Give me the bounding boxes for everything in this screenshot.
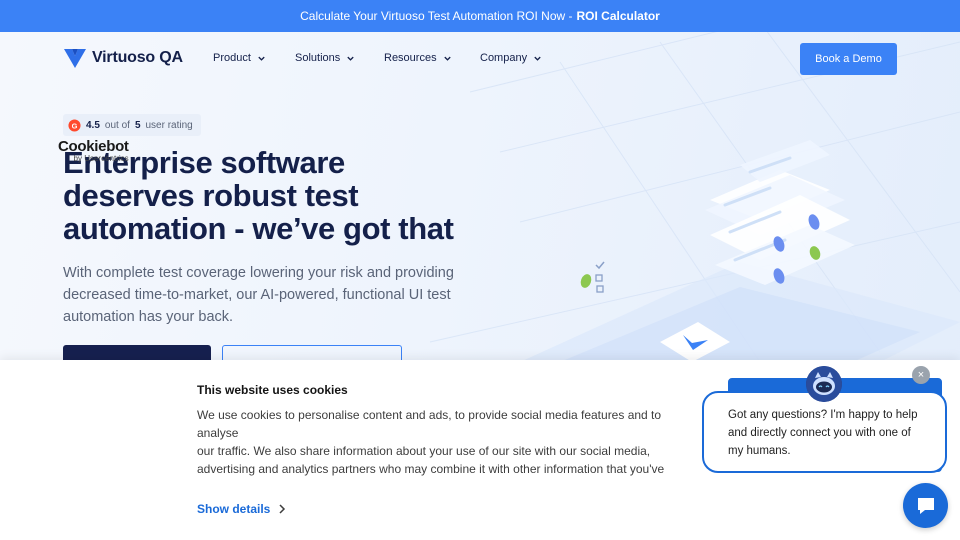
rating-label: user rating [145, 119, 193, 131]
robot-icon [806, 366, 842, 402]
virtuoso-logo[interactable]: Virtuoso QA [63, 46, 183, 70]
roi-calculator-link[interactable]: ROI Calculator [577, 9, 660, 23]
cookie-title: This website uses cookies [197, 383, 348, 397]
nav-company-label: Company [480, 52, 528, 64]
nav-solutions[interactable]: Solutions [295, 52, 355, 64]
cookie-text: We use cookies to personalise content an… [197, 408, 665, 482]
hero-illustration [580, 140, 855, 362]
chevron-down-icon [534, 56, 541, 61]
chevron-down-icon [258, 56, 265, 61]
cookiebot-brand: Cookiebot [58, 138, 129, 155]
nav-company[interactable]: Company [480, 52, 542, 64]
chat-launcher-button[interactable] [903, 483, 948, 528]
svg-text:G: G [72, 121, 78, 130]
nav-resources[interactable]: Resources [384, 52, 452, 64]
book-demo-button[interactable]: Book a Demo [800, 43, 897, 75]
chevron-down-icon [443, 56, 451, 61]
show-details-label: Show details [197, 502, 271, 516]
logo-tile [660, 322, 730, 362]
logo-text: Virtuoso QA [92, 49, 183, 66]
chat-close-button[interactable]: × [912, 366, 930, 384]
promo-text: Calculate Your Virtuoso Test Automation … [300, 9, 573, 23]
chat-message-bubble[interactable]: Got any questions? I'm happy to help and… [702, 391, 947, 473]
nav-product[interactable]: Product [213, 52, 266, 64]
chevron-right-icon [279, 504, 286, 514]
cookiebot-sub: by Usercentrics [73, 154, 129, 163]
cookiebot-logo: Cookiebot by Usercentrics [58, 138, 129, 163]
nav-solutions-label: Solutions [295, 52, 341, 64]
nav-product-label: Product [213, 52, 251, 64]
chatbot-avatar [806, 366, 842, 402]
rating-max: 5 [134, 119, 141, 131]
nav-resources-label: Resources [384, 52, 437, 64]
rating-score: 4.5 [86, 119, 100, 131]
check-icons [580, 261, 605, 293]
hero-subtext: With complete test coverage lowering you… [63, 265, 454, 325]
virtuoso-logo-icon [64, 49, 86, 68]
rating-badge: G 4.5 out of 5 user rating [63, 114, 201, 136]
floating-cards [705, 140, 855, 285]
promo-banner: Calculate Your Virtuoso Test Automation … [0, 0, 960, 32]
chevron-down-icon [347, 56, 354, 61]
rating-out-of: out of [104, 119, 130, 131]
show-details-link[interactable]: Show details [197, 502, 286, 516]
g2-icon: G [68, 118, 81, 132]
chat-icon [917, 497, 934, 514]
